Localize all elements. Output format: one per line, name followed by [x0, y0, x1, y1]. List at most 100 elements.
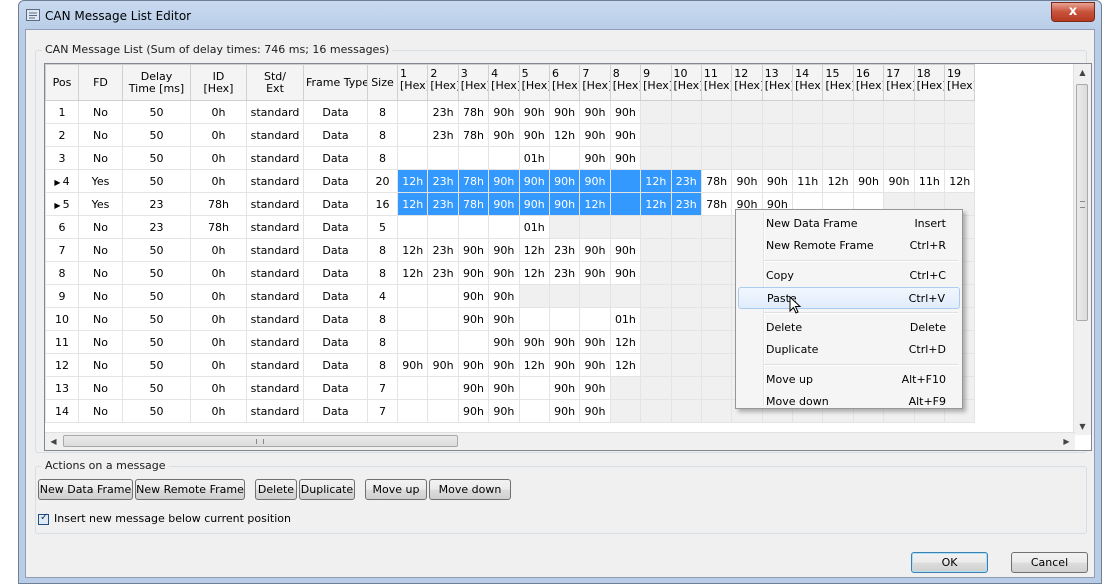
column-header[interactable]: 18 [Hex] [913, 64, 946, 101]
cell-byte[interactable]: 90h [548, 100, 581, 124]
cell-byte[interactable] [944, 146, 976, 170]
cell-byte[interactable] [427, 330, 459, 354]
column-header[interactable]: Size [367, 64, 398, 101]
cell-type[interactable]: Data [303, 146, 368, 170]
cell-byte[interactable] [670, 146, 702, 170]
cell-byte[interactable]: 90h [488, 192, 520, 216]
cell-byte[interactable]: 90h [457, 261, 490, 285]
cell-fd[interactable]: No [78, 238, 123, 262]
cell-byte[interactable] [640, 330, 672, 354]
cell-byte[interactable]: 90h [488, 100, 520, 124]
cell-byte[interactable]: 12h [518, 353, 550, 377]
cell-byte[interactable] [670, 100, 702, 124]
cell-byte[interactable]: 90h [579, 330, 611, 354]
cell-byte[interactable] [427, 284, 459, 308]
cell-byte[interactable]: 90h [518, 123, 550, 147]
cell-byte[interactable]: 90h [488, 123, 520, 147]
cell-id[interactable]: 0h [190, 307, 247, 331]
cell-byte[interactable] [396, 307, 429, 331]
cell-byte[interactable]: 90h [579, 261, 611, 285]
cell-std[interactable]: standard [246, 399, 304, 423]
insert-below-checkbox[interactable]: ✓ [38, 512, 49, 525]
cell-byte[interactable] [640, 376, 672, 400]
cell-byte[interactable]: 90h [579, 353, 611, 377]
column-header[interactable]: 15 [Hex] [822, 64, 854, 101]
cell-byte[interactable]: 23h [427, 238, 459, 262]
cell-byte[interactable]: 90h [518, 169, 550, 193]
cell-byte[interactable]: 23h [427, 169, 459, 193]
ok-button[interactable]: OK [911, 552, 988, 573]
cell-byte[interactable]: 12h [579, 192, 611, 216]
cell-byte[interactable]: 90h [579, 146, 611, 170]
column-header[interactable]: Frame Type [303, 64, 368, 101]
cell-pos[interactable]: 12 [45, 353, 79, 377]
cell-byte[interactable] [488, 146, 520, 170]
cell-byte[interactable] [518, 399, 550, 423]
menu-item-new-remote-frame[interactable]: New Remote Frame Ctrl+R [738, 235, 960, 257]
cell-fd[interactable]: No [78, 307, 123, 331]
close-window-button[interactable]: x [1051, 2, 1095, 22]
cell-byte[interactable]: 01h [518, 146, 550, 170]
cell-byte[interactable] [548, 146, 581, 170]
cell-byte[interactable] [396, 330, 429, 354]
cell-size[interactable]: 8 [367, 353, 398, 377]
cell-byte[interactable] [609, 284, 642, 308]
cell-byte[interactable] [640, 284, 672, 308]
cell-byte[interactable]: 90h [488, 330, 520, 354]
cell-type[interactable]: Data [303, 192, 368, 216]
cell-byte[interactable]: 90h [548, 169, 581, 193]
cell-size[interactable]: 16 [367, 192, 398, 216]
cell-byte[interactable] [640, 399, 672, 423]
column-header[interactable]: 9 [Hex] [640, 64, 672, 101]
cell-byte[interactable]: 12h [518, 261, 550, 285]
cell-std[interactable]: standard [246, 146, 304, 170]
cell-byte[interactable] [457, 330, 490, 354]
column-header[interactable]: 5 [Hex] [518, 64, 550, 101]
cell-delay[interactable]: 50 [122, 399, 191, 423]
cell-byte[interactable]: 90h [609, 146, 642, 170]
cell-size[interactable]: 8 [367, 307, 398, 331]
cell-byte[interactable]: 12h [548, 123, 581, 147]
cell-byte[interactable] [548, 284, 581, 308]
cell-byte[interactable]: 12h [609, 330, 642, 354]
cell-byte[interactable]: 78h [457, 192, 490, 216]
menu-item-move-up[interactable]: Move up Alt+F10 [738, 369, 960, 391]
menu-item-copy[interactable]: Copy Ctrl+C [738, 265, 960, 287]
menu-item-paste[interactable]: Paste Ctrl+V [738, 287, 960, 309]
cell-byte[interactable]: 90h [457, 353, 490, 377]
cell-byte[interactable]: 90h [852, 169, 885, 193]
cell-byte[interactable]: 90h [488, 284, 520, 308]
cell-byte[interactable] [427, 307, 459, 331]
cell-byte[interactable] [852, 123, 885, 147]
cell-byte[interactable]: 90h [579, 100, 611, 124]
scroll-up-arrow-icon[interactable]: ▲ [1074, 64, 1091, 81]
cell-id[interactable]: 0h [190, 376, 247, 400]
cell-id[interactable]: 0h [190, 261, 247, 285]
cell-type[interactable]: Data [303, 399, 368, 423]
column-header[interactable]: Delay Time [ms] [122, 64, 191, 101]
cell-byte[interactable] [457, 215, 490, 239]
cell-size[interactable]: 8 [367, 238, 398, 262]
cell-delay[interactable]: 50 [122, 123, 191, 147]
horizontal-scrollbar[interactable]: ◀ ▶ [45, 432, 1075, 450]
cell-byte[interactable] [396, 146, 429, 170]
cell-byte[interactable] [700, 284, 733, 308]
cell-byte[interactable] [822, 100, 854, 124]
cell-fd[interactable]: No [78, 146, 123, 170]
cancel-button[interactable]: Cancel [1011, 552, 1088, 573]
cell-byte[interactable]: 12h [396, 169, 429, 193]
cell-byte[interactable] [700, 307, 733, 331]
cell-byte[interactable]: 90h [579, 238, 611, 262]
cell-id[interactable]: 0h [190, 238, 247, 262]
cell-byte[interactable] [822, 123, 854, 147]
cell-byte[interactable] [700, 238, 733, 262]
cell-byte[interactable]: 90h [579, 123, 611, 147]
table-row[interactable]: 3 No 50 0h standard Data 8 01h 90h 90h [45, 146, 976, 170]
cell-id[interactable]: 0h [190, 353, 247, 377]
cell-byte[interactable] [761, 146, 794, 170]
cell-byte[interactable] [700, 100, 733, 124]
cell-id[interactable]: 78h [190, 192, 247, 216]
cell-id[interactable]: 0h [190, 123, 247, 147]
cell-byte[interactable]: 90h [396, 353, 429, 377]
cell-byte[interactable]: 90h [457, 376, 490, 400]
